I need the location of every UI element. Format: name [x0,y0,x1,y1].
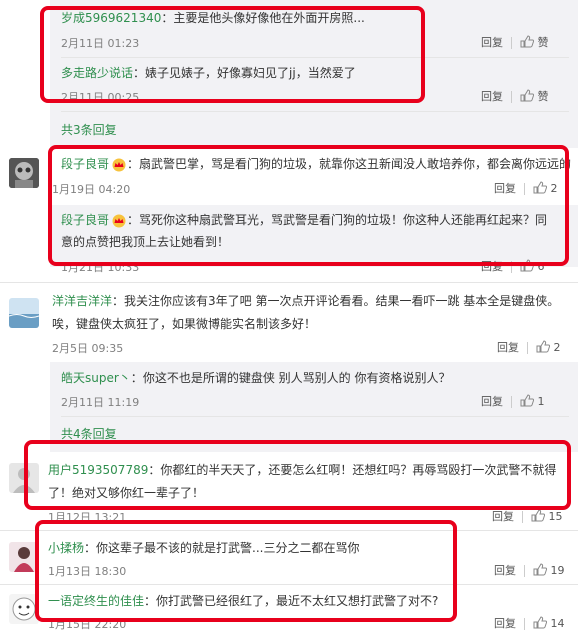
reply-button[interactable]: 回复 [497,341,519,354]
highlight-box [35,520,457,622]
reply-actions: 回复 赞 [481,88,549,105]
reply-button[interactable]: 回复 [494,564,516,577]
highlight-box [40,6,425,103]
reply-actions: 回复 19 [494,562,565,579]
like-count: 2 [553,341,561,354]
thumbs-up-icon[interactable] [520,35,535,51]
comment-row: 皓天super丶：你这不也是所谓的键盘侠 别人骂别人的 你有资格说别人？ [61,368,450,388]
thumbs-up-icon[interactable] [520,394,535,410]
colon: ： [130,371,143,385]
reply-button[interactable]: 回复 [481,90,503,103]
thumbs-up-icon[interactable] [520,89,535,105]
comment-text: 我关注你应该有3年了吧 第一次点开评论看看。结果一看吓一跳 基本全是键盘侠。 [124,294,560,308]
comment-text-cont: 唉，键盘侠太疯狂了，如果微博能实名制该多好！ [52,317,317,331]
divider [522,511,523,523]
username-link[interactable]: 洋洋吉洋洋 [52,294,112,308]
reply-actions: 回复 1 [481,393,545,410]
reply-button[interactable]: 回复 [492,510,514,523]
divider [511,37,512,49]
like-count: 19 [550,564,565,577]
like-count: 1 [537,395,545,408]
timestamp: 2月5日 09:35 [52,342,124,355]
like-count: 15 [548,510,563,523]
divider [524,618,525,630]
highlight-box [24,440,571,510]
comment-text: 你这不也是所谓的键盘侠 别人骂别人的 你有资格说别人？ [142,371,451,385]
divider [524,565,525,577]
avatar[interactable] [9,158,39,188]
divider [527,342,528,354]
thumbs-up-icon[interactable] [531,509,546,525]
more-replies-link[interactable]: 共3条回复 [61,121,117,138]
timestamp: 2月11日 11:19 [61,396,140,409]
thumbs-up-icon[interactable] [536,340,551,356]
avatar[interactable] [9,298,39,328]
reply-button[interactable]: 回复 [494,617,516,630]
like-label[interactable]: 赞 [538,90,549,103]
colon: ： [112,294,125,308]
divider-line [61,111,569,112]
reply-actions: 回复 15 [492,508,563,525]
divider [511,91,512,103]
reply-actions: 回复 14 [494,615,565,632]
reply-button[interactable]: 回复 [481,36,503,49]
divider-line [0,282,578,283]
thumbs-up-icon[interactable] [533,563,548,579]
highlight-box [48,145,569,266]
reply-actions: 回复 赞 [481,34,549,51]
like-count: 14 [550,617,565,630]
comment-row: 洋洋吉洋洋：我关注你应该有3年了吧 第一次点开评论看看。结果一看吓一跳 基本全是… [52,291,559,311]
thumbs-up-icon[interactable] [533,616,548,632]
username-link[interactable]: 皓天super丶 [61,371,131,385]
divider [511,396,512,408]
reply-button[interactable]: 回复 [481,395,503,408]
reply-actions: 回复 2 [497,339,561,356]
divider-line [61,416,569,417]
like-label[interactable]: 赞 [538,36,549,49]
